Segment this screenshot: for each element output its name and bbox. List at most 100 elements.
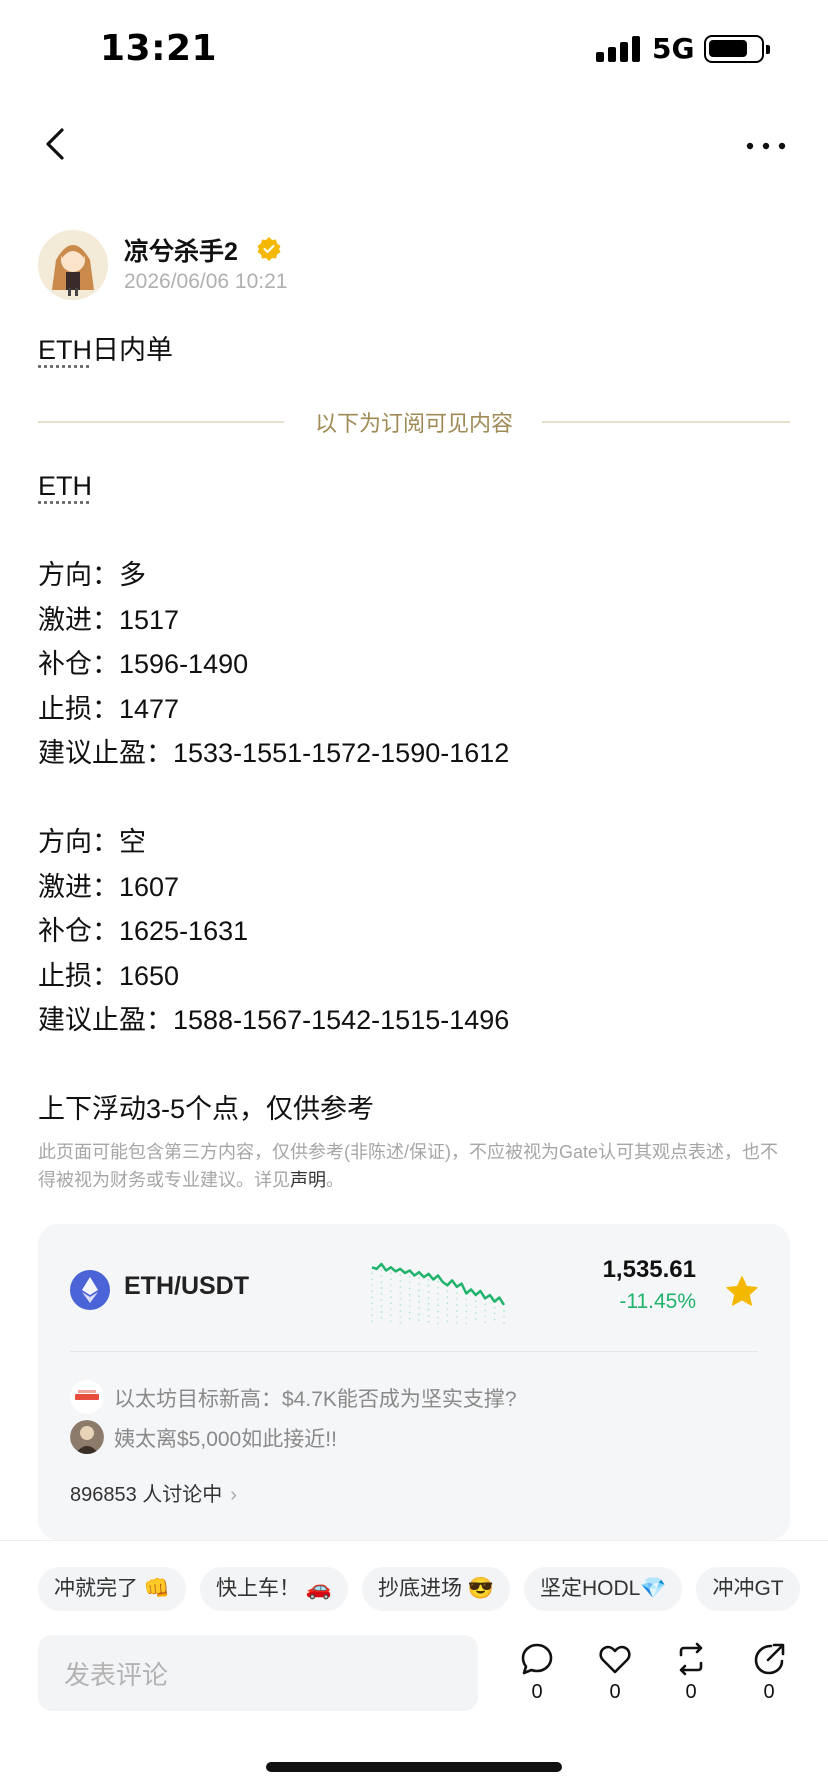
trading-pair[interactable]: ETH/USDT (124, 1272, 249, 1301)
quick-reply-chip[interactable]: 冲冲GT (696, 1567, 800, 1611)
sparkline-fill-dot (474, 1306, 477, 1308)
repost-button[interactable]: 0 (666, 1641, 716, 1721)
sparkline-fill-dot (390, 1302, 392, 1305)
sparkline-fill-dot (380, 1317, 383, 1319)
quick-reply-chip[interactable]: 抄底进场 😎 (361, 1567, 510, 1611)
content-symbol-link[interactable]: ETH (38, 471, 92, 501)
sparkline-fill-dot (484, 1309, 486, 1312)
comment-button[interactable]: 0 (512, 1641, 562, 1721)
disclaimer-link[interactable]: 声明 (290, 1170, 326, 1190)
sparkline-fill-dot (484, 1315, 486, 1318)
sparkline-fill-dot (474, 1300, 477, 1302)
sparkline-fill-dot (390, 1296, 392, 1299)
repost-count: 0 (685, 1681, 697, 1703)
sparkline-fill-dot (427, 1278, 430, 1281)
short-aggressive: 激进：1607 (38, 871, 180, 902)
sparkline-fill-dot (456, 1310, 458, 1312)
sparkline-fill-dot (427, 1320, 430, 1323)
quick-reply-chip[interactable]: 快上车！ 🚗 (199, 1567, 348, 1611)
sparkline-fill-dot (371, 1278, 373, 1281)
sparkline-fill-dot (371, 1296, 373, 1299)
sparkline-fill-dot (380, 1293, 383, 1295)
author-header: 凉兮杀手2 2026/06/06 10:21 (38, 228, 798, 308)
share-icon (754, 1643, 785, 1675)
sparkline-fill-dot (493, 1312, 496, 1315)
share-button[interactable]: 0 (744, 1641, 794, 1721)
eth-coin-icon (70, 1270, 110, 1310)
sparkline-fill-dot (371, 1302, 373, 1305)
sparkline-fill-dot (390, 1308, 392, 1311)
sparkline-fill-dot (380, 1287, 383, 1289)
disclaimer: 此页面可能包含第三方内容，仅供参考(非陈述/保证)，不应被视为Gate认可其观点… (38, 1138, 778, 1194)
subscriber-divider-label: 以下为订阅可见内容 (314, 411, 513, 436)
sparkline-fill-dot (380, 1275, 383, 1277)
sparkline-fill-dot (465, 1310, 468, 1313)
sparkline-fill-dot (399, 1304, 402, 1306)
sparkline-fill-dot (503, 1310, 505, 1312)
avatar[interactable] (38, 230, 108, 300)
comment-count: 0 (531, 1681, 543, 1703)
sparkline-fill-dot (418, 1283, 420, 1286)
news-thumbnail-icon (70, 1380, 104, 1414)
sparkline-fill-dot (437, 1280, 439, 1283)
sparkline-fill-dot (437, 1322, 439, 1325)
discussion-link[interactable]: 896853 人讨论中 › (70, 1478, 237, 1507)
sparkline-fill-dot (371, 1320, 373, 1323)
post-note: 上下浮动3-5个点，仅供参考 (38, 1094, 375, 1124)
sparkline-fill-dot (390, 1272, 392, 1275)
sparkline-fill-dot (380, 1311, 383, 1313)
subscriber-divider: 以下为订阅可见内容 (38, 404, 790, 438)
sparkline-fill-dot (465, 1322, 468, 1325)
sparkline-fill-dot (399, 1322, 402, 1324)
sparkline-fill-dot (437, 1298, 439, 1301)
author-name[interactable]: 凉兮杀手2 (124, 232, 238, 268)
sparkline-fill-dot (465, 1316, 468, 1319)
sparkline-fill-dot (390, 1278, 392, 1281)
sparkline-fill-dot (474, 1312, 477, 1314)
news-item[interactable]: 姨太离$5,000如此接近!! (70, 1420, 750, 1454)
discussion-count: 896853 人讨论中 (70, 1484, 223, 1506)
sparkline-fill-dot (465, 1298, 468, 1301)
sparkline-fill-dot (408, 1305, 411, 1308)
sparkline-fill-dot (427, 1290, 430, 1293)
chevron-right-icon: › (230, 1484, 237, 1506)
quick-reply-chip[interactable]: 坚定HODL💎 (523, 1567, 683, 1611)
sparkline-fill-dot (418, 1277, 420, 1280)
sparkline-fill-dot (484, 1321, 486, 1324)
back-icon[interactable] (36, 124, 76, 164)
quick-reply-chip[interactable]: 冲就完了 👊 (38, 1567, 186, 1611)
long-add-position: 补仓：1596-1490 (38, 649, 249, 679)
sparkline-fill-dot (418, 1319, 420, 1322)
sparkline-fill-dot (456, 1292, 458, 1294)
like-button[interactable]: 0 (590, 1641, 640, 1721)
price-sparkline (371, 1262, 506, 1325)
sparkline-fill-dot (390, 1284, 392, 1287)
favorite-star-icon[interactable] (724, 1274, 760, 1310)
sparkline-fill-dot (446, 1320, 449, 1323)
sparkline-fill-dot (456, 1316, 458, 1318)
sparkline-fill-dot (437, 1316, 439, 1319)
sparkline-fill-dot (427, 1296, 430, 1299)
sparkline-fill-dot (399, 1298, 402, 1300)
sparkline-fill-dot (399, 1274, 402, 1276)
sparkline-fill-dot (493, 1318, 496, 1321)
sparkline-fill-dot (446, 1308, 449, 1311)
sparkline-fill-dot (408, 1317, 411, 1320)
verified-badge-icon (256, 236, 282, 262)
market-card[interactable]: ETH/USDT 1,535.61 -11.45% 以太坊目标新高：$4.7K能… (38, 1224, 790, 1540)
sparkline-fill-dot (380, 1269, 383, 1271)
status-bar: 13:21 5G (0, 0, 828, 100)
more-icon[interactable] (744, 128, 788, 164)
title-text: 日内单 (92, 335, 173, 365)
sparkline-fill-dot (399, 1316, 402, 1318)
sparkline-fill-dot (371, 1314, 373, 1317)
news-item[interactable]: 以太坊目标新高：$4.7K能否成为坚实支撑? (70, 1380, 750, 1414)
comment-input[interactable]: 发表评论 (38, 1635, 478, 1711)
sparkline-fill-dot (437, 1286, 439, 1289)
disclaimer-text: 此页面可能包含第三方内容，仅供参考(非陈述/保证)，不应被视为Gate认可其观点… (38, 1142, 779, 1190)
post-date: 2026/06/06 10:21 (124, 270, 288, 293)
card-divider (70, 1351, 758, 1352)
title-symbol-link[interactable]: ETH (38, 335, 92, 365)
sparkline-fill-dot (418, 1295, 420, 1298)
network-label: 5G (652, 32, 695, 65)
